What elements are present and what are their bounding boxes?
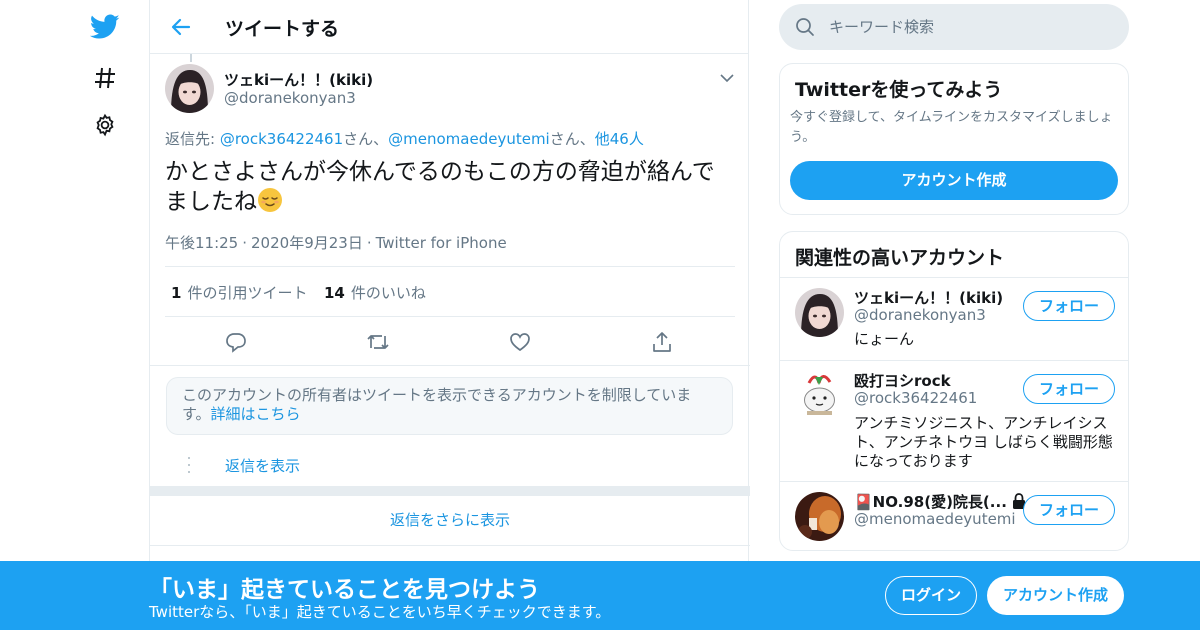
thread-connector — [190, 54, 192, 62]
related-accounts-card: 関連性の高いアカウント ツェkiーん！！(kiki) @doranekonyan… — [779, 231, 1129, 551]
signup-banner: 「いま」起きていることを見つけよう Twitterなら、「いま」起きていることを… — [0, 561, 1200, 630]
banner-title: 「いま」起きていることを見つけよう — [149, 577, 540, 603]
tweet-date[interactable]: 2020年9月23日 — [251, 234, 363, 252]
separator: · — [366, 234, 372, 252]
hashtag-icon[interactable] — [90, 63, 120, 93]
author-name[interactable]: ツェkiーん！！(kiki) — [224, 69, 373, 90]
relieved-face-icon — [257, 187, 283, 213]
create-account-button[interactable]: アカウント作成 — [790, 161, 1118, 200]
page-header: ツイートする — [150, 0, 748, 54]
twitter-bird-icon[interactable] — [90, 12, 120, 42]
banner-subtitle: Twitterなら、「いま」起きていることをいち早くチェックできます。 — [149, 603, 611, 621]
account-name[interactable]: 殴打ヨシrock — [854, 370, 951, 391]
avatar[interactable] — [165, 64, 214, 113]
tweet-text: かとさよさんが今休んでるのもこの方の脅迫が絡んでましたね — [165, 158, 735, 217]
divider — [150, 365, 750, 366]
reply-prefix: 返信先: — [165, 130, 220, 148]
share-icon[interactable] — [650, 330, 674, 354]
login-button[interactable]: ログイン — [885, 576, 977, 615]
page-title: ツイートする — [225, 18, 340, 40]
reply-user-link[interactable]: @menomaedeyutemi — [388, 130, 550, 148]
account-item[interactable]: 🎴NO.98(愛)院長(... @menomaedeyutemi フォロー — [780, 482, 1128, 550]
learn-more-link[interactable]: 詳細はこちら — [211, 405, 301, 423]
like-count: 14 — [324, 284, 345, 302]
account-bio: にょーん — [854, 330, 915, 348]
reply-suffix: さん、 — [549, 130, 595, 148]
separator: · — [242, 234, 248, 252]
likes-stat[interactable]: 14 件のいいね — [324, 282, 426, 303]
signup-card-title: Twitterを使ってみよう — [795, 79, 1003, 101]
reply-icon[interactable] — [224, 330, 248, 354]
search-box — [779, 4, 1129, 50]
account-handle[interactable]: @rock36422461 — [854, 389, 977, 407]
related-accounts-header: 関連性の高いアカウント — [780, 232, 1128, 278]
main-column: ツイートする ツェkiーん！！(kiki) @doranekonyan3 返信先… — [149, 0, 750, 630]
avatar[interactable] — [795, 492, 844, 541]
tweet-time[interactable]: 午後11:25 — [165, 234, 238, 252]
like-label: 件のいいね — [350, 284, 426, 302]
account-handle[interactable]: @doranekonyan3 — [854, 306, 986, 324]
signup-card-description: 今すぐ登録して、タイムラインをカスタマイズしましょう。 — [790, 110, 1113, 145]
follow-button[interactable]: フォロー — [1023, 374, 1115, 404]
more-dots-icon — [187, 456, 191, 474]
avatar[interactable] — [795, 371, 844, 420]
account-item[interactable]: 殴打ヨシrock @rock36422461 アンチミソジニスト、アンチレイシス… — [780, 361, 1128, 482]
signup-button[interactable]: アカウント作成 — [987, 576, 1124, 615]
follow-button[interactable]: フォロー — [1023, 291, 1115, 321]
account-name-text: 🎴NO.98(愛)院長(... — [854, 493, 1007, 511]
gear-icon[interactable] — [90, 110, 120, 140]
back-arrow-icon[interactable] — [168, 14, 194, 40]
section-separator — [150, 486, 750, 496]
heart-icon[interactable] — [508, 330, 532, 354]
related-accounts-title: 関連性の高いアカウント — [795, 247, 1005, 269]
search-icon — [795, 17, 815, 37]
quote-label: 件の引用ツイート — [187, 284, 308, 302]
restricted-replies-notice: このアカウントの所有者はツイートを表示できるアカウントを制限しています。詳細はこ… — [166, 377, 733, 435]
tweet-actions — [165, 318, 735, 366]
author-handle[interactable]: @doranekonyan3 — [224, 89, 356, 107]
tweet-metadata: 午後11:25 · 2020年9月23日 · Twitter for iPhone — [165, 232, 507, 253]
left-nav — [80, 0, 130, 630]
quote-count: 1 — [171, 284, 182, 302]
retweet-icon[interactable] — [366, 330, 390, 354]
account-item[interactable]: ツェkiーん！！(kiki) @doranekonyan3 にょーん フォロー — [780, 278, 1128, 361]
tweet-source[interactable]: Twitter for iPhone — [376, 234, 507, 252]
reply-suffix: さん、 — [343, 130, 389, 148]
reply-user-link[interactable]: @rock36422461 — [220, 130, 343, 148]
show-more-replies-button[interactable]: 返信をさらに表示 — [150, 496, 750, 546]
avatar[interactable] — [795, 288, 844, 337]
search-input[interactable] — [829, 12, 1109, 42]
follow-button[interactable]: フォロー — [1023, 495, 1115, 525]
reply-context: 返信先: @rock36422461さん、@menomaedeyutemiさん、… — [165, 128, 644, 149]
quote-tweets-stat[interactable]: 1 件の引用ツイート — [171, 282, 307, 303]
account-bio: アンチミソジニスト、アンチレイシスト、アンチネトウヨ しばらく戦闘形態になってお… — [854, 414, 1113, 470]
tweet-stats: 1 件の引用ツイート 14 件のいいね — [165, 266, 735, 317]
account-handle[interactable]: @menomaedeyutemi — [854, 510, 1016, 528]
show-replies-link[interactable]: 返信を表示 — [225, 455, 300, 476]
reply-others-link[interactable]: 他46人 — [595, 130, 644, 148]
account-name[interactable]: ツェkiーん！！(kiki) — [854, 287, 1003, 308]
signup-card: Twitterを使ってみよう 今すぐ登録して、タイムラインをカスタマイズしましょ… — [779, 63, 1129, 215]
tweet-body: かとさよさんが今休んでるのもこの方の脅迫が絡んでましたね — [165, 159, 715, 215]
chevron-down-icon[interactable] — [719, 70, 735, 86]
